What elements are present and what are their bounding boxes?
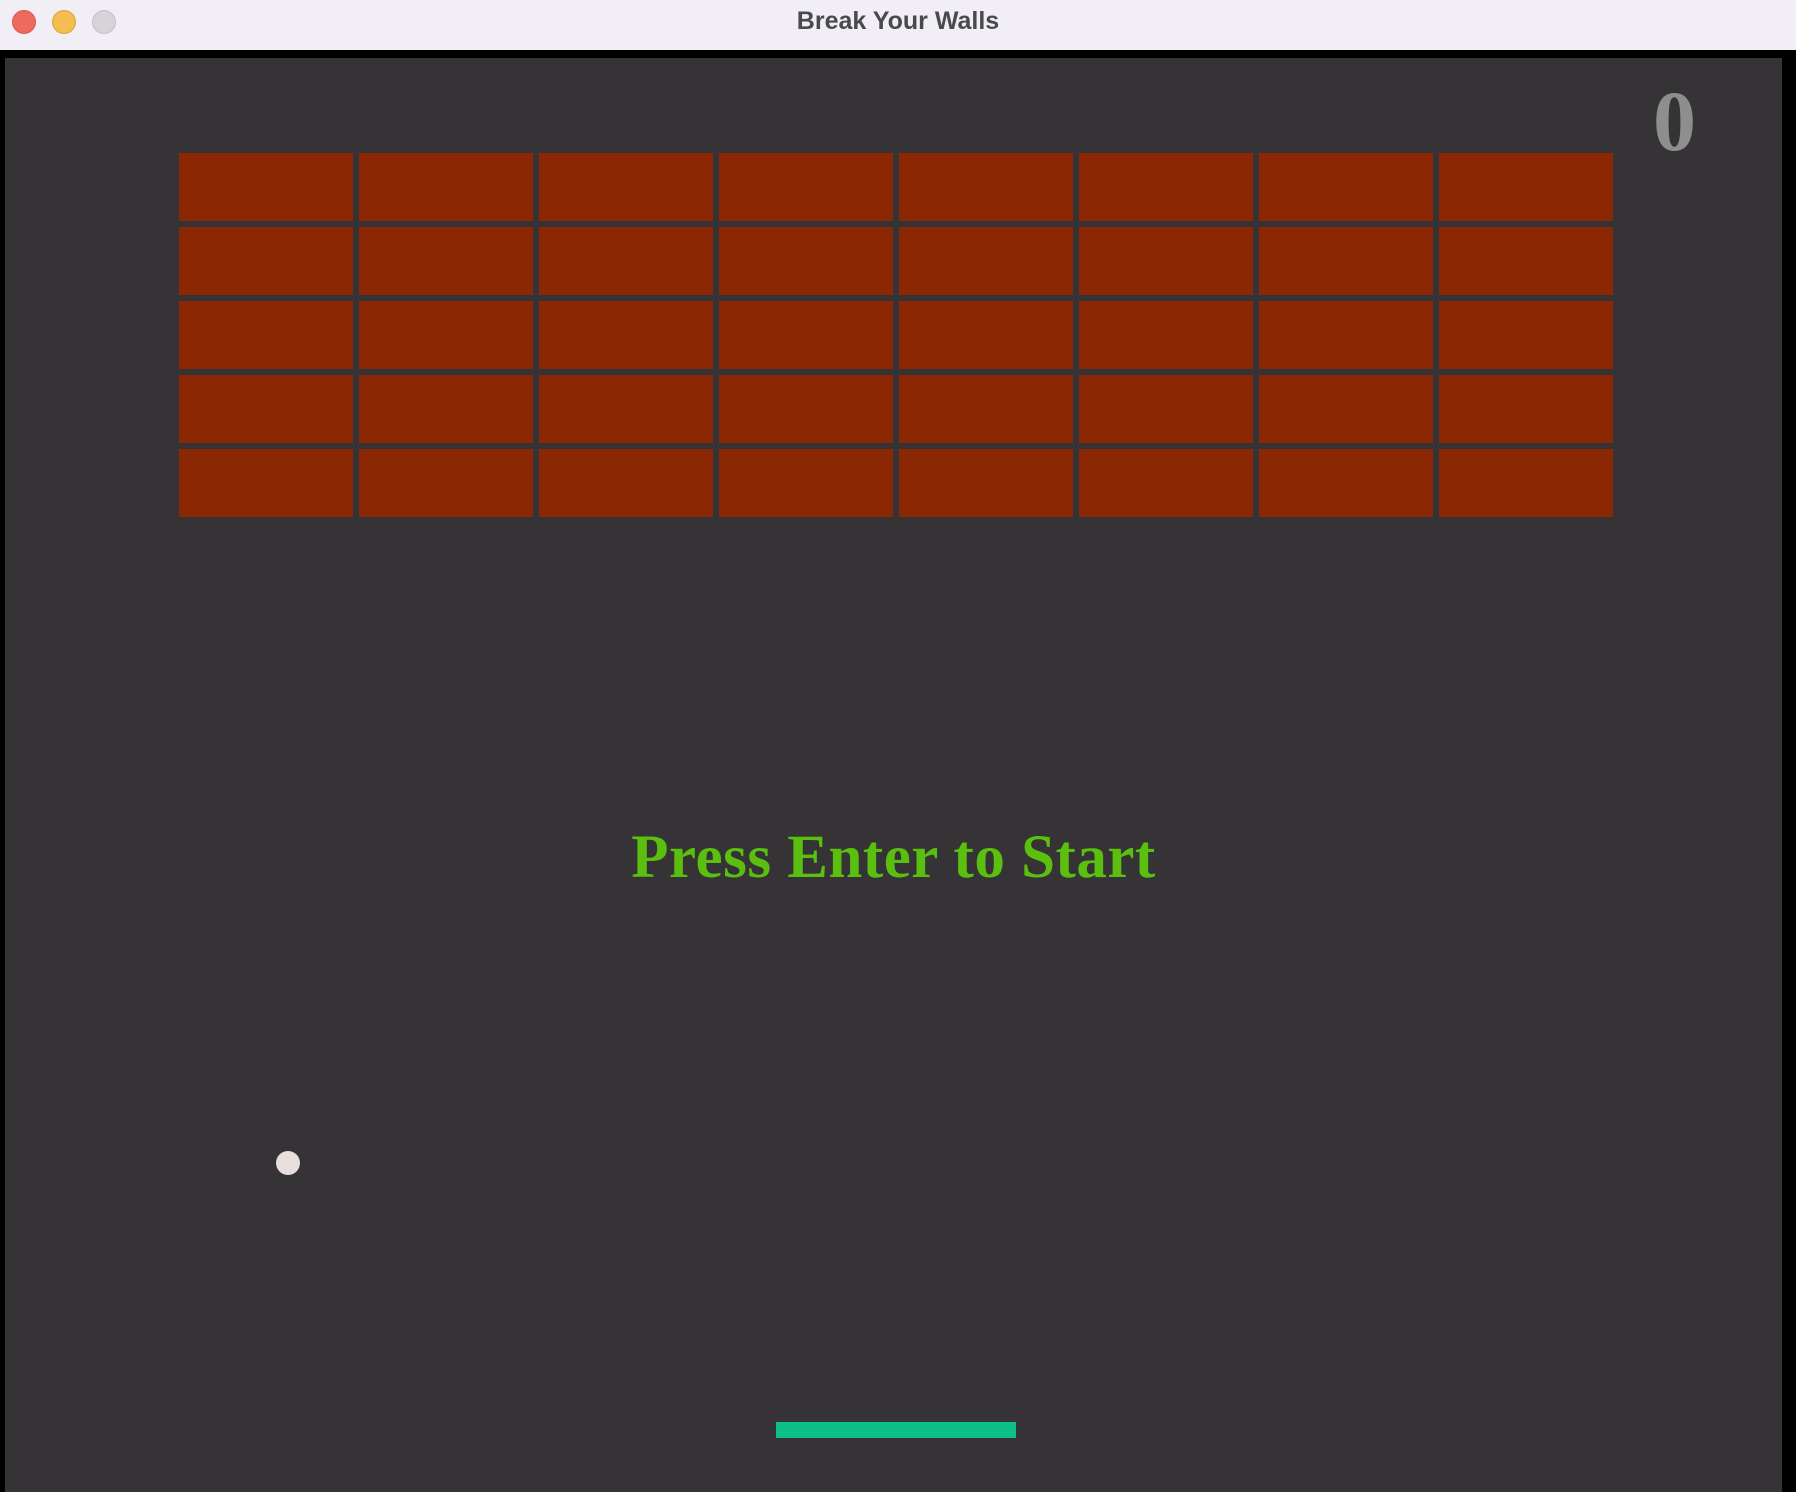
- brick: [719, 375, 893, 443]
- window-titlebar: Break Your Walls: [0, 0, 1796, 51]
- brick: [359, 153, 533, 221]
- brick: [359, 375, 533, 443]
- brick: [1079, 449, 1253, 517]
- brick: [539, 153, 713, 221]
- brick: [719, 153, 893, 221]
- brick: [1079, 153, 1253, 221]
- brick: [1439, 301, 1613, 369]
- brick: [539, 227, 713, 295]
- brick: [359, 301, 533, 369]
- brick: [899, 227, 1073, 295]
- paddle[interactable]: [776, 1422, 1016, 1438]
- brick: [899, 153, 1073, 221]
- window-title: Break Your Walls: [796, 7, 1000, 35]
- brick: [359, 449, 533, 517]
- brick: [1259, 227, 1433, 295]
- brick: [719, 449, 893, 517]
- brick-wall: [5, 58, 1782, 1492]
- brick: [179, 375, 353, 443]
- brick: [539, 301, 713, 369]
- game-canvas[interactable]: 0 Press Enter to Start: [5, 58, 1782, 1492]
- brick: [1259, 375, 1433, 443]
- ball: [276, 1151, 300, 1175]
- brick: [899, 375, 1073, 443]
- brick: [179, 449, 353, 517]
- brick: [1079, 375, 1253, 443]
- brick: [899, 301, 1073, 369]
- brick: [719, 227, 893, 295]
- brick: [539, 375, 713, 443]
- brick: [1259, 153, 1433, 221]
- brick: [899, 449, 1073, 517]
- brick: [1439, 227, 1613, 295]
- brick: [179, 301, 353, 369]
- brick: [1259, 449, 1433, 517]
- brick: [539, 449, 713, 517]
- brick: [179, 227, 353, 295]
- brick: [359, 227, 533, 295]
- start-prompt: Press Enter to Start: [631, 824, 1156, 891]
- brick: [1079, 301, 1253, 369]
- brick: [1439, 375, 1613, 443]
- brick: [179, 153, 353, 221]
- brick: [1439, 449, 1613, 517]
- brick: [719, 301, 893, 369]
- brick: [1259, 301, 1433, 369]
- brick: [1439, 153, 1613, 221]
- brick: [1079, 227, 1253, 295]
